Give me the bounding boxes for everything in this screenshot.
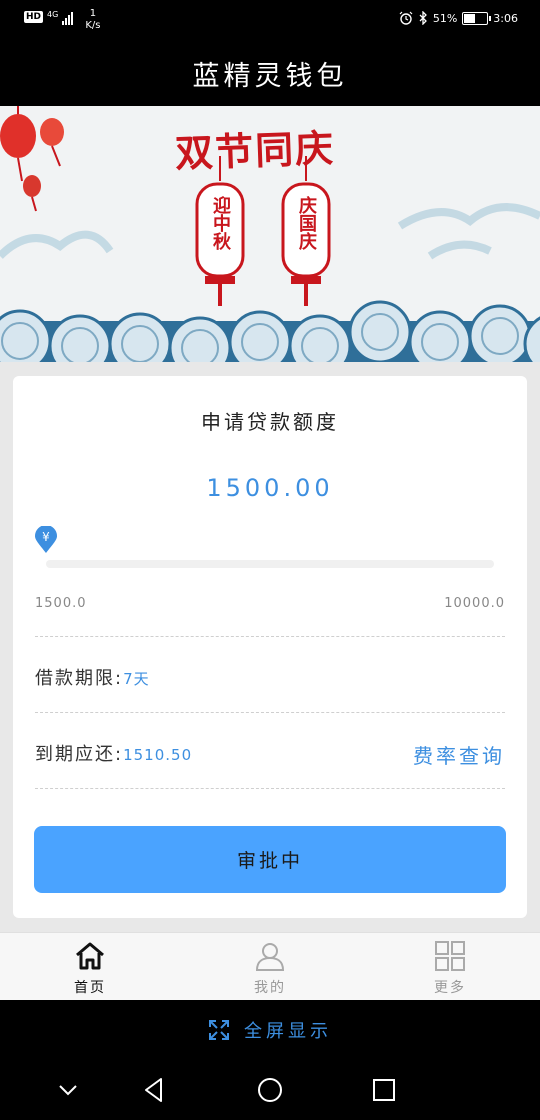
- battery-percent: 51%: [432, 11, 458, 25]
- recents-square-icon[interactable]: [368, 1074, 400, 1106]
- app-title: 蓝精灵钱包: [192, 60, 348, 92]
- battery-fill: [464, 13, 475, 23]
- expand-icon: [209, 1020, 229, 1040]
- due-row: 到期应还:1510.50: [35, 740, 192, 766]
- title-bar: 蓝精灵钱包: [0, 40, 540, 106]
- back-triangle-icon[interactable]: [139, 1074, 171, 1106]
- status-left: HD 4G 1 K/s: [24, 8, 100, 32]
- network-speed-value: 1: [89, 8, 97, 19]
- fee-inquiry-link[interactable]: 费率查询: [413, 740, 505, 769]
- signal-icon: [62, 11, 74, 25]
- approval-button-label: 审批中: [236, 850, 303, 872]
- alarm-icon: [399, 11, 413, 25]
- slider-min-label: 1500.0: [35, 596, 87, 611]
- chevron-down-icon[interactable]: [52, 1074, 84, 1106]
- grid-icon: [435, 941, 465, 971]
- loan-card: 申请贷款额度 1500.00 ¥ 1500.0 10000.0 借款期限:7天 …: [13, 376, 527, 918]
- user-icon: [255, 943, 285, 971]
- nav-home-label: 首页: [74, 980, 106, 996]
- network-speed: 1 K/s: [85, 8, 100, 32]
- yen-icon[interactable]: ¥: [35, 526, 57, 554]
- bluetooth-icon: [419, 11, 427, 25]
- bottom-nav: 首页 我的 更多: [0, 932, 540, 1000]
- due-value: 1510.50: [123, 746, 193, 764]
- amount-slider-track[interactable]: [46, 560, 494, 568]
- term-row: 借款期限:7天: [35, 664, 150, 690]
- loan-title: 申请贷款额度: [201, 410, 339, 434]
- status-right: 51% 3:06: [399, 11, 518, 25]
- approval-button[interactable]: 审批中: [34, 826, 506, 893]
- svg-text:¥: ¥: [42, 530, 50, 544]
- lantern-left-text: 迎中秋: [210, 196, 231, 250]
- network-type: 4G: [47, 10, 59, 19]
- battery-icon: [462, 11, 492, 25]
- divider: [35, 788, 505, 789]
- fullscreen-label: 全屏显示: [244, 1021, 332, 1042]
- nav-more[interactable]: 更多: [360, 933, 540, 1000]
- festival-banner: 双节同庆 迎中秋 庆国庆: [0, 106, 540, 362]
- nav-mine[interactable]: 我的: [180, 933, 360, 1000]
- lantern-right-text: 庆国庆: [296, 196, 317, 250]
- nav-home[interactable]: 首页: [0, 933, 180, 1000]
- divider: [35, 636, 505, 637]
- nav-more-label: 更多: [434, 980, 466, 996]
- system-nav-bar: [0, 1060, 540, 1120]
- term-label: 借款期限:: [35, 668, 124, 689]
- divider: [35, 712, 505, 713]
- loan-amount: 1500.00: [206, 474, 334, 502]
- status-bar: HD 4G 1 K/s 51% 3:06: [0, 0, 540, 40]
- due-label: 到期应还:: [35, 744, 124, 765]
- network-speed-unit: K/s: [85, 20, 101, 31]
- banner-heading: 双节同庆: [174, 125, 336, 176]
- slider-max-label: 10000.0: [444, 596, 505, 611]
- fullscreen-button[interactable]: 全屏显示: [0, 1000, 540, 1060]
- nav-mine-label: 我的: [254, 980, 286, 996]
- clock: 3:06: [493, 11, 518, 25]
- home-circle-icon[interactable]: [254, 1074, 286, 1106]
- term-value: 7天: [123, 670, 150, 688]
- hd-badge: HD: [24, 11, 44, 23]
- home-icon: [76, 942, 104, 970]
